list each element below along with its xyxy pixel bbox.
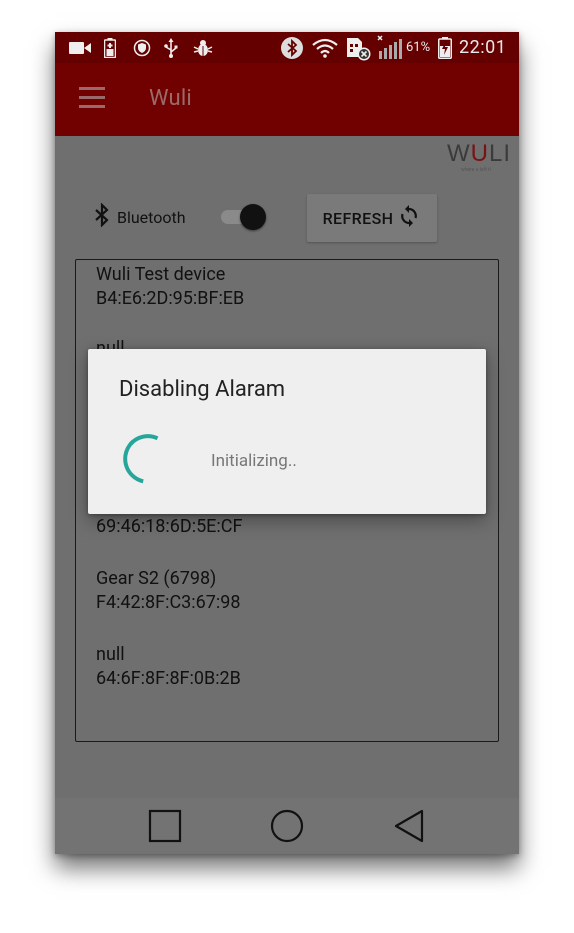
wuli-logo: WULI where u left it [447,140,512,174]
device-name: Wuli Test device [96,264,226,285]
bluetooth-icon [93,202,111,231]
refresh-icon [393,204,421,232]
device-address: 69:46:18:6D:5E:CF [96,516,243,537]
video-camera-icon [68,32,92,63]
logo-tagline: where u left it [461,167,492,173]
bug-icon [192,32,214,63]
device-name: null [96,644,125,665]
app-bar: Wuli [55,63,519,136]
loading-spinner-icon [120,431,176,487]
dialog-title: Disabling Alaram [119,377,286,402]
status-bar: 61% 22:01 [55,32,519,63]
device-address: 64:6F:8F:8F:0B:2B [96,668,241,689]
sim-error-icon [344,32,372,63]
navigation-bar [55,798,519,854]
bluetooth-row: Bluetooth [93,202,186,231]
shield-icon [132,32,152,63]
signal-icon [376,32,404,63]
battery-saver-icon [102,32,118,63]
hamburger-menu-icon[interactable] [79,87,105,109]
bluetooth-label: Bluetooth [117,207,186,227]
list-item-device[interactable]: 69:46:18:6D:5E:CF [96,515,242,539]
device-address: F4:42:8F:C3:67:98 [96,592,241,613]
list-item-device[interactable]: Wuli Test device B4:E6:2D:95:BF:EB [96,263,244,311]
refresh-button[interactable]: REFRESH [307,194,437,242]
progress-dialog: Disabling Alaram Initializing.. [88,349,486,514]
bluetooth-icon [279,32,305,63]
back-triangle-icon[interactable] [392,808,428,844]
battery-percent: 61% [406,40,431,55]
wifi-icon [310,32,340,63]
app-title: Wuli [149,86,192,111]
battery-charging-icon [437,32,453,63]
list-item-device[interactable]: Gear S2 (6798) F4:42:8F:C3:67:98 [96,567,240,615]
bluetooth-toggle[interactable] [221,204,267,230]
home-circle-icon[interactable] [269,808,305,844]
device-name: Gear S2 (6798) [96,568,217,589]
device-address: B4:E6:2D:95:BF:EB [96,288,245,309]
dialog-message: Initializing.. [211,451,297,471]
phone-screen: 61% 22:01 Wuli WULI where u left it Blue… [55,32,519,854]
clock: 22:01 [459,37,507,58]
refresh-button-label: REFRESH [322,208,394,228]
recents-square-icon[interactable] [147,808,183,844]
list-item-device[interactable]: null 64:6F:8F:8F:0B:2B [96,643,241,691]
usb-icon [162,32,180,63]
